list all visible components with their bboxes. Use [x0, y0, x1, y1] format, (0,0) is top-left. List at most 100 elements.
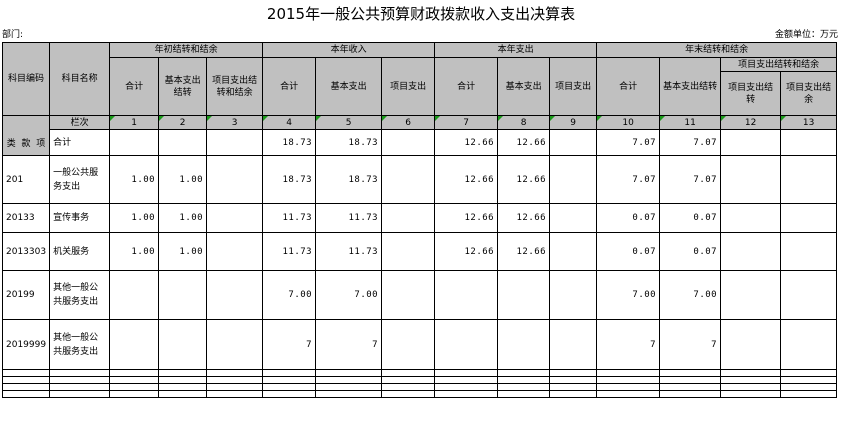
cell: 7.07 [596, 129, 661, 156]
cell: 7 [659, 319, 722, 370]
row-name: 合计 [49, 129, 111, 156]
cell [381, 319, 436, 370]
table-row: 201 一般公共服务支出 1.00 1.00 18.73 18.73 12.66… [1, 155, 838, 204]
department-label: 部门: [2, 30, 24, 40]
header-end-basic-balance: 基本支出结转 [659, 57, 722, 116]
header-project-surplus: 项目支出结余 [780, 71, 838, 116]
cell [206, 155, 264, 204]
header-end-project-group: 项目支出结转和结余 [720, 57, 838, 72]
cell: 1.00 [109, 155, 160, 204]
cell: 7.00 [262, 270, 317, 320]
column-number-row: 类款项 栏次 1 2 3 4 5 6 7 8 9 10 11 12 13 [1, 115, 838, 156]
cell [720, 232, 782, 271]
cell: 12.66 [497, 129, 551, 156]
cell [158, 129, 208, 156]
cell: 7.07 [659, 129, 722, 156]
cell [549, 232, 598, 271]
cell [158, 270, 208, 320]
cell: 11.73 [315, 232, 383, 271]
header-expense-basic: 基本支出 [497, 57, 551, 116]
cell: 7.00 [596, 270, 661, 320]
empty-row [1, 383, 838, 391]
col-no-6: 6 [381, 115, 436, 130]
cell [206, 129, 264, 156]
col-no-13: 13 [780, 115, 838, 130]
sub-lei: 类 [6, 139, 16, 149]
col-no-8: 8 [497, 115, 551, 130]
cell: 11.73 [262, 232, 317, 271]
cell: 7 [315, 319, 383, 370]
cell: 12.66 [434, 155, 499, 204]
cell [434, 270, 499, 320]
cell [158, 319, 208, 370]
cell: 7.07 [596, 155, 661, 204]
cell [549, 129, 598, 156]
empty-row [1, 369, 838, 377]
header-income-basic: 基本支出 [315, 57, 383, 116]
cell [720, 129, 782, 156]
cell: 1.00 [109, 203, 160, 233]
table-row: 20199 其他一般公共服务支出 7.00 7.00 7.00 7.00 [1, 270, 838, 320]
cell [381, 203, 436, 233]
header-expense-project: 项目支出 [549, 57, 598, 116]
cell: 1.00 [158, 232, 208, 271]
cell: 7 [262, 319, 317, 370]
empty-row [1, 376, 838, 384]
row-code: 201 [1, 155, 51, 204]
sub-xiang: 项 [36, 139, 46, 149]
col-no-7: 7 [434, 115, 499, 130]
cell [434, 319, 499, 370]
cell: 11.73 [262, 203, 317, 233]
cell: 1.00 [158, 155, 208, 204]
cell [780, 232, 838, 271]
col-no-12: 12 [720, 115, 782, 130]
col-no-11: 11 [659, 115, 722, 130]
empty-row [1, 390, 838, 398]
col-no-10: 10 [596, 115, 661, 130]
cell [720, 270, 782, 320]
cell: 12.66 [497, 203, 551, 233]
cell: 12.66 [434, 203, 499, 233]
header-begin-total: 合计 [109, 57, 160, 116]
cell: 7.07 [659, 155, 722, 204]
cell: 7 [596, 319, 661, 370]
header-income: 本年收入 [262, 42, 436, 58]
cell [780, 270, 838, 320]
cell [497, 270, 551, 320]
cell [381, 129, 436, 156]
row-code: 2019999 [1, 319, 51, 370]
cell [109, 319, 160, 370]
cell [206, 319, 264, 370]
cell: 1.00 [158, 203, 208, 233]
row-name: 机关服务 [49, 232, 111, 271]
cell [780, 319, 838, 370]
cell: 18.73 [315, 155, 383, 204]
row-name: 其他一般公共服务支出 [49, 319, 111, 370]
col-no-1: 1 [109, 115, 160, 130]
cell [549, 270, 598, 320]
cell: 12.66 [497, 232, 551, 271]
table-row: 合计 18.73 18.73 12.66 12.66 7.07 7.07 [3, 129, 838, 156]
cell [549, 155, 598, 204]
cell: 11.73 [315, 203, 383, 233]
header-code: 科目编码 [1, 42, 51, 116]
cell [720, 319, 782, 370]
header-begin-project-balance: 项目支出结转和结余 [206, 57, 264, 116]
col-no-4: 4 [262, 115, 317, 130]
cell: 12.66 [497, 155, 551, 204]
row-code: 20199 [1, 270, 51, 320]
cell [206, 203, 264, 233]
cell [206, 270, 264, 320]
row-no-label: 栏次 [49, 115, 111, 130]
cell: 0.07 [659, 232, 722, 271]
header-income-total: 合计 [262, 57, 317, 116]
table-row: 20133 宣传事务 1.00 1.00 11.73 11.73 12.66 1… [1, 203, 838, 233]
row-name: 一般公共服务支出 [49, 155, 111, 204]
code-subheader: 类款项 [1, 115, 51, 156]
row-code: 2013303 [1, 232, 51, 271]
unit-label: 金额单位：万元 [774, 30, 838, 40]
header-project-carry: 项目支出结转 [720, 71, 782, 116]
budget-table: 科目编码 科目名称 年初结转和结余 本年收入 本年支出 年末结转和结余 合计 基… [1, 42, 838, 398]
cell [549, 319, 598, 370]
cell: 7.00 [315, 270, 383, 320]
